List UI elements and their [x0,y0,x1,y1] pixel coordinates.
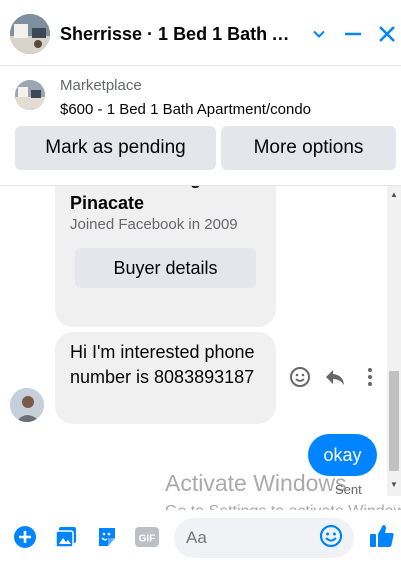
scroll-down-arrow-icon[interactable]: ▼ [389,480,399,490]
listing-source: Marketplace [60,77,142,94]
mark-as-pending-button[interactable]: Mark as pending [15,126,216,170]
sticker-icon[interactable] [94,524,120,550]
sender-avatar[interactable] [10,388,44,422]
buyer-name: Sherrisse Baliguat-Pinacate [70,186,234,213]
conversation-avatar[interactable] [10,14,50,54]
more-options-button[interactable]: More options [221,126,396,170]
thread-scrollbar[interactable]: ▲ ▼ [387,186,401,496]
photo-icon[interactable] [53,524,79,550]
chevron-down-icon[interactable] [305,20,333,48]
minimize-icon[interactable] [339,20,367,48]
marketplace-listing-panel: Marketplace $600 - 1 Bed 1 Bath Apartmen… [0,66,401,186]
message-thread[interactable]: Sherrisse Baliguat-Pinacate Joined Faceb… [0,186,401,496]
scroll-up-arrow-icon[interactable]: ▲ [389,190,399,200]
add-icon[interactable] [12,524,38,550]
svg-text:GIF: GIF [139,534,156,545]
reply-icon[interactable] [322,364,348,390]
conversation-title[interactable]: Sherrisse · 1 Bed 1 Bath Ap... [60,24,300,45]
chat-header: Sherrisse · 1 Bed 1 Bath Ap... [0,0,401,66]
emoji-icon[interactable] [319,524,343,548]
react-emoji-icon[interactable] [287,364,313,390]
listing-item-title[interactable]: $600 - 1 Bed 1 Bath Apartment/condo [60,101,311,118]
more-actions-icon[interactable] [357,364,383,390]
received-message-bubble[interactable]: Hi I'm interested phone number is 808389… [55,332,276,424]
sent-status: Sent [335,482,362,496]
listing-thumbnail[interactable] [15,80,45,110]
sent-message-bubble[interactable]: okay [308,434,377,476]
like-icon[interactable] [368,522,396,550]
buyer-profile-card: Sherrisse Baliguat-Pinacate Joined Faceb… [55,186,276,327]
buyer-joined-date: Joined Facebook in 2009 [70,216,238,233]
scrollbar-thumb[interactable] [389,371,399,471]
gif-icon[interactable]: GIF [134,524,160,550]
close-icon[interactable] [373,20,401,48]
message-composer: GIF [0,510,401,571]
buyer-details-button[interactable]: Buyer details [75,248,256,288]
